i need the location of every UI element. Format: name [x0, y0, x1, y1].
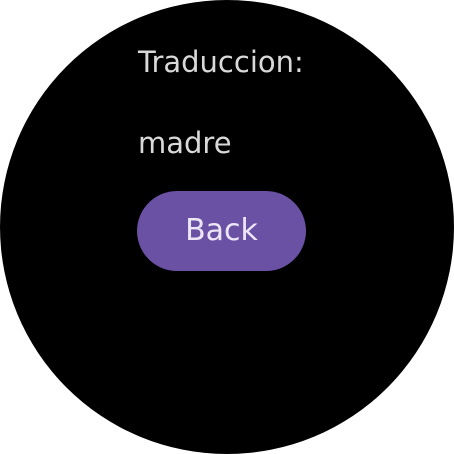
back-button[interactable]: Back [137, 191, 306, 271]
translation-heading: Traduccion: [138, 45, 304, 79]
watch-screen: Traduccion: madre Back [0, 0, 454, 454]
back-button-label: Back [185, 213, 258, 248]
translation-result: madre [138, 126, 232, 160]
